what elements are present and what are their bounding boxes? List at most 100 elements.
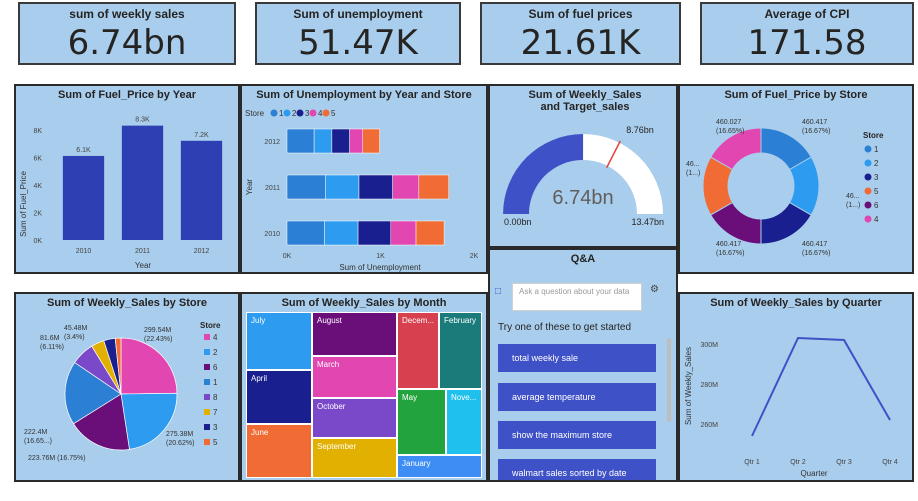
data-label: (22.43%) [144,336,172,343]
kpi-title: Average of CPI [764,7,850,21]
qa-suggestion-button[interactable]: walmart sales sorted by date [498,459,656,480]
data-label: 81.6M [40,335,60,342]
y-tick-label: 260M [700,422,718,429]
data-label: 275.38M [166,431,193,438]
kpi-title: Sum of unemployment [293,7,423,21]
qa-panel[interactable]: Q&A □ Ask a question about your data ⚙ T… [488,248,678,482]
legend-swatch [864,159,872,167]
bar-segment [418,174,450,200]
quarter-svg: 260M 280M 300M Qtr 1 Qtr 2 Qtr 3 Qtr 4 Quarter S… [684,336,898,478]
data-label: 460.417 [802,119,827,126]
weekly-sales-by-store-pie[interactable]: Sum of Weekly_Sales by Store 299.54M (22.… [14,292,240,482]
x-axis-label: Quarter [800,469,827,478]
kpi-card-fuel-prices[interactable]: Sum of fuel prices 21.61K [480,2,681,65]
treemap-cell[interactable]: May [397,389,446,455]
unemployment-by-year-store-chart[interactable]: Sum of Unemployment by Year and Store St… [240,84,488,274]
treemap-cell[interactable]: Nove... [446,389,482,455]
bar [62,155,105,240]
unemp-svg: Store 1 2 3 4 5 2012 2011 2010 0K 1K 2K Sum of Unemp… [245,109,479,272]
x-axis-label: Year [135,261,152,270]
qa-suggestion-button[interactable]: average temperature [498,383,656,411]
treemap-cell[interactable]: June [246,424,312,478]
legend-swatch [864,173,872,181]
legend-swatch [864,201,872,209]
treemap-cell[interactable]: April [246,370,312,424]
legend-label: 1 [279,109,284,118]
weekly-sales-target-gauge[interactable]: Sum of Weekly_Sales and Target_sales 6.7… [488,84,678,248]
data-label: (3.4%) [64,334,85,341]
bar-segment [331,128,350,154]
data-label: (16.65%) [716,128,744,135]
y-tick-label: 0K [33,238,42,245]
qa-scrollbar[interactable] [667,338,671,422]
fuel-price-by-year-chart[interactable]: Sum of Fuel_Price by Year 0K 2K 4K 6K 8K 6.1K… [14,84,240,274]
kpi-card-unemployment[interactable]: Sum of unemployment 51.47K [255,2,461,65]
treemap-cell[interactable]: October [312,398,397,438]
data-label: (1...) [686,170,700,177]
legend-label: 8 [213,393,218,402]
legend-swatch [204,424,210,430]
donut-svg: 460.027 (16.65%) 460.417 (16.67%) 46... (1...… [686,119,884,257]
y-tick-label: 8K [33,128,42,135]
bar-segment [286,174,326,200]
qa-suggestion-button[interactable]: total weekly sale [498,344,656,372]
kpi-value: 21.61K [520,23,641,63]
data-label: 460.417 [802,241,827,248]
treemap-cell[interactable]: August [312,312,397,356]
legend-swatch [204,379,210,385]
legend-label: 1 [874,145,879,154]
treemap-cell[interactable]: March [312,356,397,398]
data-label: (16.67%) [802,250,830,257]
gauge-max: 13.47bn [631,217,664,227]
data-label: 222.4M [24,429,48,436]
qa-hint: Try one of these to get started [498,322,632,333]
treemap-cell[interactable]: July [246,312,312,370]
x-tick-label: 2K [470,253,479,260]
data-label: 45.48M [64,325,88,332]
legend-label: 4 [318,109,323,118]
legend-title: Store [245,109,265,118]
data-label: 6.1K [76,147,91,154]
kpi-title: Sum of fuel prices [528,7,633,21]
pie-slice [120,337,178,395]
kpi-card-cpi[interactable]: Average of CPI 171.58 [700,2,914,65]
weekly-sales-by-quarter-chart[interactable]: Sum of Weekly_Sales by Quarter 260M 280M 3… [678,292,914,482]
fuel-price-by-store-donut[interactable]: Sum of Fuel_Price by Store 460.027 (16.65… [678,84,914,274]
legend-label: 4 [213,333,218,342]
bar-segment [313,128,333,154]
qa-question-input[interactable]: Ask a question about your data [512,283,642,311]
bar-segment [349,128,363,154]
legend-label: 7 [213,408,218,417]
qa-settings-icon[interactable]: ⚙ [650,284,659,295]
data-label: 46... [846,193,860,200]
x-tick-label: 2011 [135,248,150,255]
legend-label: 3 [305,109,310,118]
bar-segment [390,220,417,246]
bar-segment [415,220,445,246]
kpi-card-weekly-sales[interactable]: sum of weekly sales 6.74bn [18,2,236,65]
legend-label: 4 [874,215,879,224]
gauge-min: 0.00bn [504,217,532,227]
treemap-cell[interactable]: February [439,312,482,389]
qa-suggestion-button[interactable]: show the maximum store [498,421,656,449]
legend-label: 5 [874,187,879,196]
pie-svg: 299.54M (22.43%) 275.38M (20.62%) 223.76M (1… [24,321,221,462]
legend-swatch [322,109,330,117]
data-label: 460.417 [716,241,741,248]
treemap-cell[interactable]: Decem... [397,312,439,389]
treemap-cell[interactable]: January [397,455,482,478]
y-axis-label: Sum of Weekly_Sales [684,347,693,425]
gauge-target-label: 8.76bn [626,125,654,135]
kpi-title: sum of weekly sales [69,7,185,21]
legend-label: 5 [213,438,218,447]
gauge-value: 6.74bn [552,187,613,209]
x-tick-label: 2010 [76,248,92,255]
y-axis-label: Year [245,179,254,196]
weekly-sales-by-month-treemap[interactable]: Sum of Weekly_Sales by Month July August… [240,292,488,482]
treemap-cell[interactable]: September [312,438,397,478]
legend-swatch [864,187,872,195]
chart-title: Sum of Weekly_Sales by Month [281,297,447,309]
legend-swatch [296,109,304,117]
legend-swatch [204,349,210,355]
bar-segment [286,220,325,246]
